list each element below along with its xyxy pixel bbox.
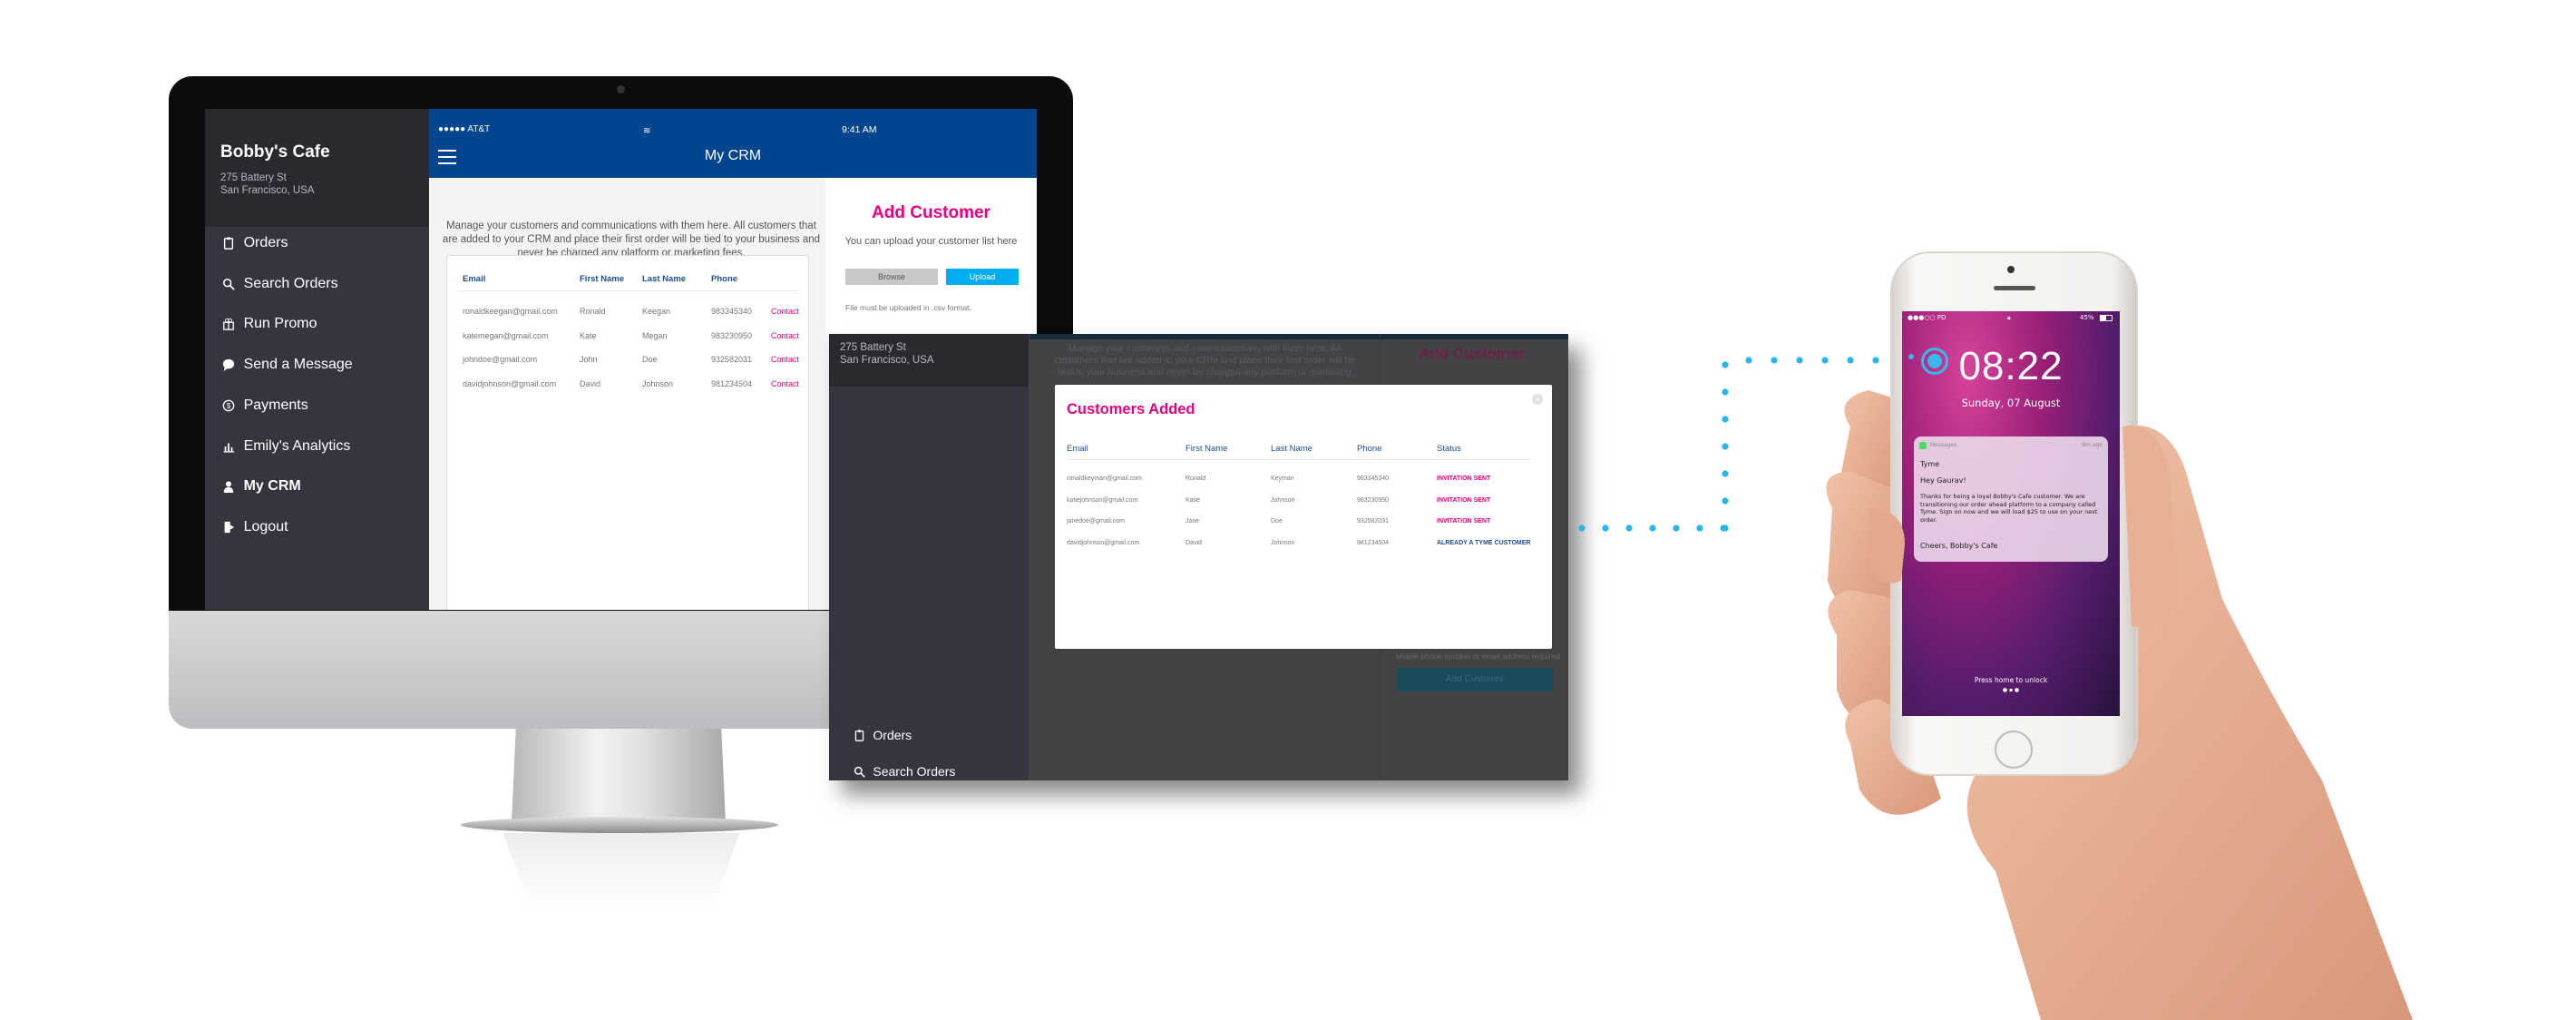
notification-body: Thanks for being a loyal Bobby's Cafe cu… [1920,493,2098,524]
notification-greeting: Hey Gaurav! [1920,476,1966,485]
lock-date: Sunday, 07 August [1961,397,2061,409]
home-button[interactable] [1995,731,2033,769]
battery-icon [2100,315,2113,321]
notification-app: Messages [1930,442,1957,448]
phone-speaker [1994,286,2035,290]
lock-screen: ●●●○○ PD 🔒︎ 45% 08:22 Sunday, 07 August … [1902,311,2120,716]
lock-clock: 08:22 [1958,344,2064,388]
notification-sender: Tyme [1920,460,1940,468]
messages-app-icon [1919,442,1927,449]
page-dots: ● ▪ ● [2002,687,2020,693]
notification-age: 9m ago [2082,442,2103,448]
phone-camera [2007,266,2015,273]
hand-illustration [1826,390,2413,1020]
phone-carrier: ●●●○○ PD [1908,314,1947,321]
phone-battery: 45% [2080,314,2094,321]
message-notification[interactable]: Messages 9m ago Tyme Hey Gaurav! Thanks … [1914,436,2108,562]
notification-signoff: Cheers, Bobby's Cafe [1920,542,1998,550]
lock-icon: 🔒︎ [2007,314,2011,321]
unlock-hint: Press home to unlock [1974,676,2048,684]
